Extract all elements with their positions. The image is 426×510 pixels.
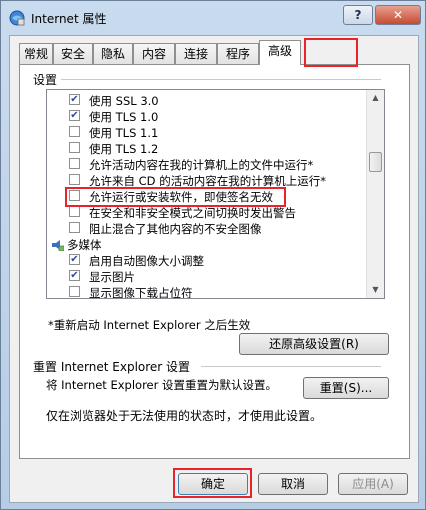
close-button[interactable]: ✕ — [375, 5, 421, 25]
tab-programs[interactable]: 程序 — [217, 43, 259, 64]
list-item-tls12[interactable]: 使用 TLS 1.2 — [47, 141, 367, 157]
checkbox[interactable]: ✔ — [69, 110, 80, 121]
apply-button[interactable]: 应用(A) — [338, 473, 408, 495]
list-item-label: 阻止混合了其他内容的不安全图像 — [89, 222, 262, 236]
checkbox[interactable] — [69, 142, 80, 153]
checkbox[interactable] — [69, 286, 80, 297]
settings-scrollbar[interactable]: ▲ ▼ — [366, 90, 384, 298]
tab-connections[interactable]: 连接 — [175, 43, 217, 64]
checkbox[interactable] — [69, 190, 80, 201]
cancel-button[interactable]: 取消 — [258, 473, 328, 495]
list-item-label: 允许活动内容在我的计算机上的文件中运行* — [89, 158, 314, 172]
list-item-label: 在安全和非安全模式之间切换时发出警告 — [89, 206, 296, 220]
tab-security[interactable]: 安全 — [53, 43, 93, 64]
list-item-block-mixed-images[interactable]: 阻止混合了其他内容的不安全图像 — [47, 221, 367, 237]
scroll-up-icon[interactable]: ▲ — [368, 90, 383, 106]
reset-separator — [201, 366, 381, 367]
list-item-label: 使用 SSL 3.0 — [89, 94, 159, 108]
list-item-active-content-files[interactable]: 允许活动内容在我的计算机上的文件中运行* — [47, 157, 367, 173]
checkbox[interactable] — [69, 174, 80, 185]
list-item-label: 允许来自 CD 的活动内容在我的计算机上运行* — [89, 174, 326, 188]
checkbox[interactable] — [69, 222, 80, 233]
window-title: Internet 属性 — [31, 12, 107, 26]
help-button[interactable]: ? — [343, 5, 373, 25]
scroll-down-icon[interactable]: ▼ — [368, 282, 383, 298]
reset-note: 仅在浏览器处于无法使用的状态时，才使用此设置。 — [46, 409, 323, 423]
list-item-allow-invalid-signature[interactable]: 允许运行或安装软件，即使签名无效 — [47, 189, 367, 205]
title-bar: Internet 属性 ? ✕ — [1, 1, 425, 35]
list-item-label: 使用 TLS 1.0 — [89, 110, 159, 124]
list-item-label: 显示图像下载占位符 — [89, 286, 193, 299]
internet-properties-dialog: Internet 属性 ? ✕ 常规 安全 隐私 内容 连接 程序 高级 设置 … — [0, 0, 426, 510]
tab-general[interactable]: 常规 — [19, 43, 53, 64]
tab-advanced[interactable]: 高级 — [259, 40, 301, 65]
checkbox[interactable] — [69, 158, 80, 169]
tab-privacy[interactable]: 隐私 — [93, 43, 133, 64]
checkbox[interactable] — [69, 126, 80, 137]
list-item-label: 启用自动图像大小调整 — [89, 254, 204, 268]
list-item-label: 使用 TLS 1.2 — [89, 142, 159, 156]
list-item-label: 显示图片 — [89, 270, 135, 284]
checkbox[interactable]: ✔ — [69, 94, 80, 105]
restore-advanced-settings-button[interactable]: 还原高级设置(R) — [239, 333, 389, 355]
reset-section-label: 重置 Internet Explorer 设置 — [33, 360, 191, 374]
restart-note: *重新启动 Internet Explorer 之后生效 — [48, 318, 251, 332]
ok-button[interactable]: 确定 — [178, 473, 248, 495]
checkbox[interactable] — [69, 206, 80, 217]
internet-options-icon — [9, 10, 25, 26]
multimedia-icon — [52, 240, 64, 251]
list-group-multimedia: 多媒体 — [47, 237, 367, 253]
list-item-label: 允许运行或安装软件，即使签名无效 — [89, 190, 273, 204]
list-item-show-pictures[interactable]: ✔ 显示图片 — [47, 269, 367, 285]
list-item-auto-image-resize[interactable]: ✔ 启用自动图像大小调整 — [47, 253, 367, 269]
group-label: 多媒体 — [67, 238, 102, 252]
list-item-label: 使用 TLS 1.1 — [89, 126, 159, 140]
list-item-active-content-cd[interactable]: 允许来自 CD 的活动内容在我的计算机上运行* — [47, 173, 367, 189]
list-item-image-placeholders[interactable]: 显示图像下载占位符 — [47, 285, 367, 299]
tab-content[interactable]: 内容 — [133, 43, 175, 64]
settings-separator — [61, 79, 381, 80]
reset-description: 将 Internet Explorer 设置重置为默认设置。 — [46, 378, 278, 392]
settings-label: 设置 — [33, 73, 58, 87]
settings-list[interactable]: ✔ 使用 SSL 3.0 ✔ 使用 TLS 1.0 使用 TLS 1.1 使用 … — [46, 89, 385, 299]
list-item-ssl30[interactable]: ✔ 使用 SSL 3.0 — [47, 93, 367, 109]
reset-button[interactable]: 重置(S)... — [303, 377, 389, 399]
checkbox[interactable]: ✔ — [69, 270, 80, 281]
list-item-tls10[interactable]: ✔ 使用 TLS 1.0 — [47, 109, 367, 125]
checkbox[interactable]: ✔ — [69, 254, 80, 265]
scroll-thumb[interactable] — [369, 152, 382, 172]
list-item-mode-switch-warning[interactable]: 在安全和非安全模式之间切换时发出警告 — [47, 205, 367, 221]
list-item-tls11[interactable]: 使用 TLS 1.1 — [47, 125, 367, 141]
